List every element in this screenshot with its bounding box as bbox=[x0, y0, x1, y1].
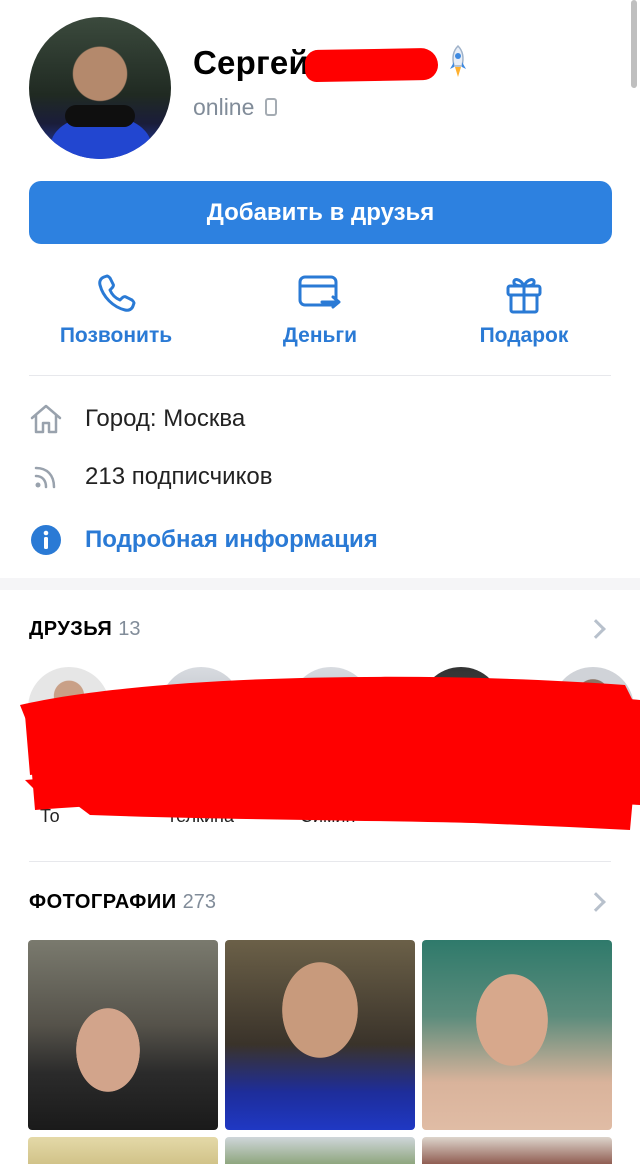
chevron-right-icon[interactable] bbox=[586, 892, 606, 912]
photos-header[interactable]: ФОТОГРАФИИ 273 bbox=[29, 891, 216, 914]
info-icon bbox=[31, 525, 61, 555]
phone-icon bbox=[98, 274, 136, 312]
profile-name: Сергей bbox=[193, 44, 309, 81]
photos-count: 273 bbox=[182, 891, 216, 913]
friends-redaction bbox=[20, 676, 640, 830]
more-info-text: Подробная информация bbox=[85, 526, 378, 553]
add-friend-button[interactable]: Добавить в друзья bbox=[29, 181, 612, 244]
divider bbox=[29, 861, 611, 862]
divider bbox=[29, 375, 611, 376]
scrollbar[interactable] bbox=[631, 0, 637, 88]
photo-thumbnail[interactable] bbox=[28, 940, 218, 1130]
photos-title: ФОТОГРАФИИ bbox=[29, 891, 177, 913]
photo-thumbnail[interactable] bbox=[422, 1137, 612, 1164]
friends-header[interactable]: ДРУЗЬЯ 13 bbox=[29, 618, 141, 641]
photo-thumbnail[interactable] bbox=[225, 1137, 415, 1164]
photo-thumbnail[interactable] bbox=[28, 1137, 218, 1164]
avatar-headphones bbox=[65, 105, 135, 127]
photo-thumbnail[interactable] bbox=[422, 940, 612, 1130]
chevron-right-icon[interactable] bbox=[586, 619, 606, 639]
call-label: Позвонить bbox=[59, 324, 173, 347]
followers-feed-icon bbox=[34, 466, 56, 489]
friends-count: 13 bbox=[118, 618, 141, 640]
profile-avatar[interactable] bbox=[29, 17, 171, 159]
mobile-device-icon bbox=[265, 98, 277, 116]
gift-icon bbox=[506, 278, 542, 314]
section-separator bbox=[0, 578, 640, 590]
money-action[interactable]: Деньги bbox=[220, 272, 420, 348]
friends-title: ДРУЗЬЯ bbox=[29, 618, 113, 640]
money-label: Деньги bbox=[282, 324, 358, 347]
name-redaction bbox=[304, 47, 439, 83]
rocket-icon[interactable] bbox=[446, 44, 470, 80]
more-info-link[interactable]: Подробная информация bbox=[29, 520, 378, 560]
gift-label: Подарок bbox=[479, 324, 569, 347]
gift-action[interactable]: Подарок bbox=[424, 272, 624, 348]
home-icon bbox=[30, 404, 62, 434]
info-followers[interactable]: 213 подписчиков bbox=[29, 457, 272, 497]
city-text: Город: Москва bbox=[85, 405, 246, 432]
call-action[interactable]: Позвонить bbox=[16, 272, 216, 348]
info-city: Город: Москва bbox=[29, 399, 245, 439]
followers-text: 213 подписчиков bbox=[85, 463, 273, 490]
online-status: online bbox=[193, 94, 255, 120]
money-transfer-icon bbox=[298, 275, 341, 309]
profile-page: Сергей online Добавить в друзья Позвонит… bbox=[0, 0, 640, 1164]
photo-thumbnail[interactable] bbox=[225, 940, 415, 1130]
